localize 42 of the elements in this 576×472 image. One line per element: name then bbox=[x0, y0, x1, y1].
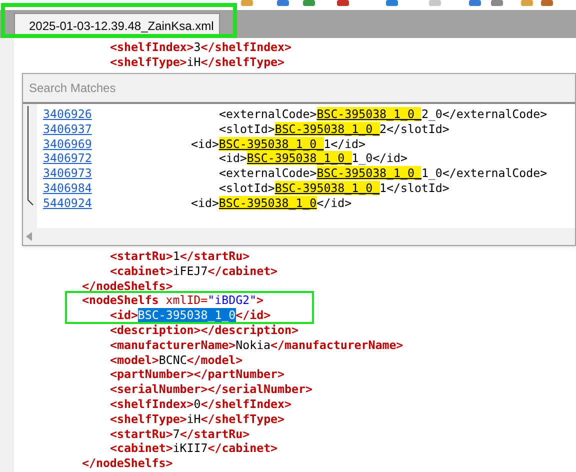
code-line: <shelfIndex>3</shelfIndex> bbox=[109, 42, 292, 54]
line-number-link[interactable]: 3406972 bbox=[43, 151, 163, 166]
match-line: <id>BSC-395038_1_0_1_0</id> bbox=[218, 151, 408, 166]
match-line: <id>BSC-395038_1_0_1</id> bbox=[190, 136, 366, 152]
line-number-link[interactable]: 5440924 bbox=[43, 196, 163, 211]
code-line: <description></description> bbox=[109, 324, 300, 337]
code-line: </nodeShelfs> bbox=[82, 458, 174, 470]
toolbar-icon[interactable] bbox=[490, 0, 504, 7]
code-line: <model>BCNC</model> bbox=[109, 354, 244, 366]
code-line: <id>BSC-395038_1_0</id> bbox=[109, 310, 272, 322]
scroll-left-icon[interactable] bbox=[26, 232, 33, 241]
tree-line-icon bbox=[27, 106, 35, 206]
line-number-link[interactable]: 3406926 bbox=[43, 107, 163, 122]
line-number-link[interactable]: 3406969 bbox=[43, 136, 163, 152]
code-line: <startRu>1</startRu> bbox=[109, 250, 251, 263]
match-line: <slotId>BSC-395038_1_0_1</slotId> bbox=[218, 180, 450, 196]
code-line: <manufacturerName>Nokia</manufacturerName> bbox=[109, 340, 404, 352]
match-line: <slotId>BSC-395038_1_0_2</slotId> bbox=[218, 122, 450, 137]
line-number-link[interactable]: 3406984 bbox=[43, 180, 163, 196]
code-line: <partNumber></partNumber> bbox=[109, 369, 286, 382]
tab-title: 2025-01-03-12.39.48_ZainKsa.xml bbox=[29, 18, 214, 35]
toolbar-icon[interactable] bbox=[302, 0, 316, 7]
line-number-link[interactable]: 3406937 bbox=[43, 122, 163, 137]
toolbar-icon[interactable] bbox=[336, 0, 350, 7]
toolbar-icon[interactable] bbox=[240, 0, 254, 7]
code-line: <cabinet>iKII7</cabinet> bbox=[109, 443, 279, 456]
code-line: <cabinet>iFEJ7</cabinet> bbox=[109, 266, 279, 278]
line-number-link[interactable]: 3406973 bbox=[43, 166, 163, 181]
toolbar-icon[interactable] bbox=[276, 0, 290, 7]
panel-title: Search Matches bbox=[29, 80, 116, 97]
toolbar-icon[interactable] bbox=[520, 0, 534, 7]
code-line: <shelfType>iH</shelfType> bbox=[109, 414, 286, 426]
toolbar-icon[interactable] bbox=[540, 0, 554, 7]
code-line: <startRu>7</startRu> bbox=[109, 428, 251, 440]
code-line: <shelfIndex>0</shelfIndex> bbox=[109, 398, 292, 411]
code-line: <serialNumber></serialNumber> bbox=[109, 384, 314, 396]
toolbar-icon[interactable] bbox=[468, 0, 482, 7]
code-line: <nodeShelfs xmlID="iBDG2"> bbox=[82, 295, 265, 308]
toolbar-icon[interactable] bbox=[385, 0, 399, 7]
code-line: </nodeShelfs> bbox=[82, 280, 174, 292]
match-line: <id>BSC-395038_1_0</id> bbox=[190, 196, 352, 211]
code-line: <shelfType>iH</shelfType> bbox=[109, 56, 286, 69]
